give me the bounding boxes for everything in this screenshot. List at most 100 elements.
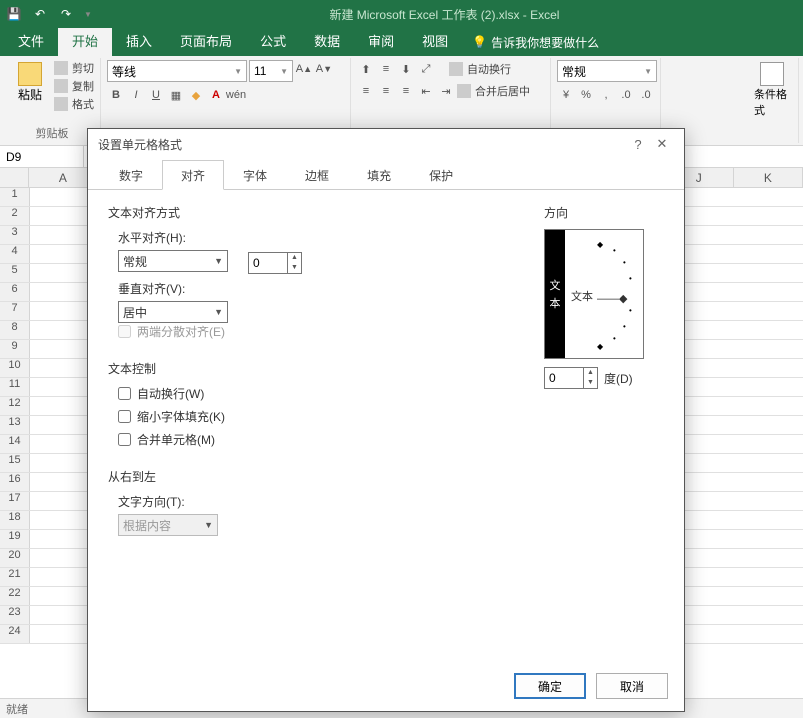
merge-checkbox[interactable]: 合并单元格(M) bbox=[108, 431, 524, 448]
align-top-icon[interactable]: ⬆ bbox=[357, 60, 375, 78]
row-header[interactable]: 16 bbox=[0, 473, 30, 491]
align-right-icon[interactable]: ≡ bbox=[397, 82, 415, 100]
help-button[interactable]: ? bbox=[626, 137, 650, 152]
italic-icon[interactable]: I bbox=[127, 86, 145, 104]
col-header-k[interactable]: K bbox=[734, 168, 803, 187]
close-button[interactable]: ✕ bbox=[650, 136, 674, 152]
row-header[interactable]: 17 bbox=[0, 492, 30, 510]
underline-icon[interactable]: U bbox=[147, 86, 165, 104]
save-icon[interactable]: 💾 bbox=[6, 6, 22, 22]
decrease-indent-icon[interactable]: ⇤ bbox=[417, 82, 435, 100]
indent-spinner[interactable]: ▲▼ bbox=[248, 252, 302, 274]
fill-color-icon[interactable]: ◆ bbox=[187, 86, 205, 104]
tab-data[interactable]: 数据 bbox=[300, 28, 354, 56]
align-left-icon[interactable]: ≡ bbox=[357, 82, 375, 100]
row-header[interactable]: 8 bbox=[0, 321, 30, 339]
tell-me[interactable]: 💡 告诉我你想要做什么 bbox=[472, 34, 599, 51]
tab-layout[interactable]: 页面布局 bbox=[166, 28, 246, 56]
qat-dropdown-icon[interactable]: ▼ bbox=[84, 10, 92, 19]
ok-button[interactable]: 确定 bbox=[514, 673, 586, 699]
shrink-checkbox[interactable]: 缩小字体填充(K) bbox=[108, 408, 524, 425]
row-header[interactable]: 2 bbox=[0, 207, 30, 225]
wrap-text-button[interactable]: 自动换行 bbox=[449, 60, 511, 78]
decrease-font-icon[interactable]: A▼ bbox=[315, 60, 333, 78]
border-icon[interactable]: ▦ bbox=[167, 86, 185, 104]
row-header[interactable]: 19 bbox=[0, 530, 30, 548]
align-bottom-icon[interactable]: ⬇ bbox=[397, 60, 415, 78]
dtab-fill[interactable]: 填充 bbox=[348, 160, 410, 190]
v-align-combo[interactable]: 居中▼ bbox=[118, 301, 228, 323]
align-middle-icon[interactable]: ≡ bbox=[377, 60, 395, 78]
font-color-icon[interactable]: A bbox=[207, 86, 225, 104]
tab-home[interactable]: 开始 bbox=[58, 28, 112, 56]
row-header[interactable]: 10 bbox=[0, 359, 30, 377]
merge-input[interactable] bbox=[118, 433, 131, 446]
tab-file[interactable]: 文件 bbox=[4, 28, 58, 56]
spin-down-icon[interactable]: ▼ bbox=[288, 263, 301, 273]
merge-center-button[interactable]: 合并后居中 bbox=[457, 82, 530, 100]
dtab-protection[interactable]: 保护 bbox=[410, 160, 472, 190]
cancel-button[interactable]: 取消 bbox=[596, 673, 668, 699]
row-header[interactable]: 12 bbox=[0, 397, 30, 415]
row-header[interactable]: 9 bbox=[0, 340, 30, 358]
cut-button[interactable]: 剪切 bbox=[54, 60, 94, 76]
row-header[interactable]: 4 bbox=[0, 245, 30, 263]
row-header[interactable]: 5 bbox=[0, 264, 30, 282]
tab-insert[interactable]: 插入 bbox=[112, 28, 166, 56]
row-header[interactable]: 21 bbox=[0, 568, 30, 586]
dtab-font[interactable]: 字体 bbox=[224, 160, 286, 190]
wrap-input[interactable] bbox=[118, 387, 131, 400]
tab-review[interactable]: 审阅 bbox=[354, 28, 408, 56]
comma-icon[interactable]: , bbox=[597, 86, 615, 104]
redo-icon[interactable]: ↷ bbox=[58, 6, 74, 22]
dtab-alignment[interactable]: 对齐 bbox=[162, 160, 224, 190]
tab-formulas[interactable]: 公式 bbox=[246, 28, 300, 56]
bold-icon[interactable]: B bbox=[107, 86, 125, 104]
undo-icon[interactable]: ↶ bbox=[32, 6, 48, 22]
degrees-spinner[interactable]: ▲▼ bbox=[544, 367, 598, 389]
textdir-combo[interactable]: 根据内容▼ bbox=[118, 514, 218, 536]
font-name-combo[interactable]: 等线▼ bbox=[107, 60, 247, 82]
number-format-combo[interactable]: 常规▼ bbox=[557, 60, 657, 82]
row-header[interactable]: 24 bbox=[0, 625, 30, 643]
row-header[interactable]: 14 bbox=[0, 435, 30, 453]
row-header[interactable]: 23 bbox=[0, 606, 30, 624]
orientation-vertical[interactable]: 文 本 bbox=[545, 230, 565, 358]
wrap-checkbox[interactable]: 自动换行(W) bbox=[108, 385, 524, 402]
row-header[interactable]: 1 bbox=[0, 188, 30, 206]
font-size-combo[interactable]: 11▼ bbox=[249, 60, 293, 82]
spin-up-icon[interactable]: ▲ bbox=[584, 368, 597, 378]
degrees-input[interactable] bbox=[545, 368, 583, 388]
conditional-format-button[interactable]: 条件格式 bbox=[752, 60, 792, 120]
align-center-icon[interactable]: ≡ bbox=[377, 82, 395, 100]
paste-button[interactable]: 粘贴 bbox=[10, 60, 50, 105]
row-header[interactable]: 13 bbox=[0, 416, 30, 434]
row-header[interactable]: 20 bbox=[0, 549, 30, 567]
row-header[interactable]: 6 bbox=[0, 283, 30, 301]
row-header[interactable]: 7 bbox=[0, 302, 30, 320]
increase-font-icon[interactable]: A▲ bbox=[295, 60, 313, 78]
select-all-corner[interactable] bbox=[0, 168, 29, 187]
decrease-decimal-icon[interactable]: .0 bbox=[637, 86, 655, 104]
currency-icon[interactable]: ¥ bbox=[557, 86, 575, 104]
row-header[interactable]: 22 bbox=[0, 587, 30, 605]
shrink-input[interactable] bbox=[118, 410, 131, 423]
orientation-control[interactable]: 文 本 文本 ——◆ ◆ • • • • • • ◆ bbox=[544, 229, 644, 359]
orientation-dial[interactable]: 文本 ——◆ ◆ • • • • • • ◆ bbox=[565, 230, 643, 358]
h-align-combo[interactable]: 常规▼ bbox=[118, 250, 228, 272]
spin-down-icon[interactable]: ▼ bbox=[584, 378, 597, 388]
dtab-number[interactable]: 数字 bbox=[100, 160, 162, 190]
name-box[interactable]: D9 bbox=[0, 146, 84, 167]
increase-decimal-icon[interactable]: .0 bbox=[617, 86, 635, 104]
indent-input[interactable] bbox=[249, 253, 287, 273]
row-header[interactable]: 18 bbox=[0, 511, 30, 529]
tab-view[interactable]: 视图 bbox=[408, 28, 462, 56]
copy-button[interactable]: 复制 bbox=[54, 78, 94, 94]
increase-indent-icon[interactable]: ⇥ bbox=[437, 82, 455, 100]
orientation-icon[interactable]: ⤢ bbox=[417, 60, 435, 78]
dtab-border[interactable]: 边框 bbox=[286, 160, 348, 190]
percent-icon[interactable]: % bbox=[577, 86, 595, 104]
spin-up-icon[interactable]: ▲ bbox=[288, 253, 301, 263]
phonetic-icon[interactable]: wén bbox=[227, 86, 245, 104]
format-painter-button[interactable]: 格式 bbox=[54, 96, 94, 112]
